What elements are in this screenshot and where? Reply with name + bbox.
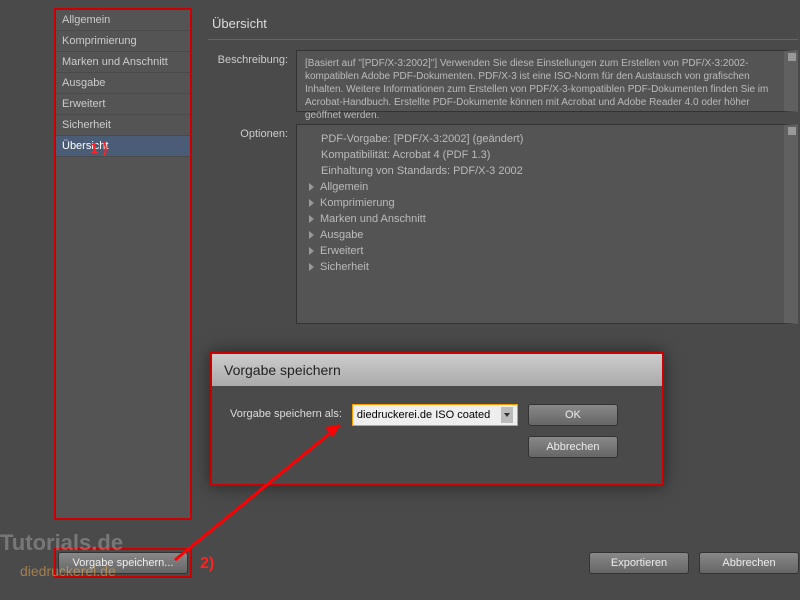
options-label: Optionen:	[208, 124, 296, 324]
tree-item-allgemein[interactable]: Allgemein	[305, 179, 776, 195]
pdf-export-dialog: Allgemein Komprimierung Marken und Ansch…	[20, 0, 790, 600]
opt-info: Kompatibilität: Acrobat 4 (PDF 1.3)	[305, 147, 776, 163]
tree-item-sicherheit[interactable]: Sicherheit	[305, 259, 776, 275]
preset-name-value: diedruckerei.de ISO coated	[357, 409, 490, 421]
tree-label: Erweitert	[320, 245, 363, 257]
ok-button[interactable]: OK	[528, 404, 618, 426]
description-text: [Basiert auf "[PDF/X-3:2002]"] Verwenden…	[305, 58, 768, 121]
tree-label: Allgemein	[320, 181, 368, 193]
chevron-right-icon	[309, 263, 314, 271]
sidebar-item-ausgabe[interactable]: Ausgabe	[56, 73, 190, 94]
chevron-right-icon	[309, 183, 314, 191]
export-button[interactable]: Exportieren	[589, 552, 689, 574]
tree-item-erweitert[interactable]: Erweitert	[305, 243, 776, 259]
save-preset-button[interactable]: Vorgabe speichern...	[58, 552, 188, 574]
tree-label: Sicherheit	[320, 261, 369, 273]
sidebar-item-uebersicht[interactable]: Übersicht	[56, 136, 190, 157]
chevron-right-icon	[309, 231, 314, 239]
description-row: Beschreibung: [Basiert auf "[PDF/X-3:200…	[208, 50, 798, 112]
save-as-label: Vorgabe speichern als:	[230, 404, 342, 420]
options-box[interactable]: PDF-Vorgabe: [PDF/X-3:2002] (geändert) K…	[296, 124, 798, 324]
cancel-button[interactable]: Abbrechen	[528, 436, 618, 458]
options-row: Optionen: PDF-Vorgabe: [PDF/X-3:2002] (g…	[208, 124, 798, 324]
description-label: Beschreibung:	[208, 50, 296, 112]
scrollbar-thumb-icon[interactable]	[788, 127, 796, 135]
opt-info: Einhaltung von Standards: PDF/X-3 2002	[305, 163, 776, 179]
chevron-right-icon	[309, 247, 314, 255]
scrollbar-thumb-icon[interactable]	[788, 53, 796, 61]
save-preset-dialog: Vorgabe speichern Vorgabe speichern als:…	[210, 352, 664, 486]
bottom-bar: Vorgabe speichern... Exportieren Abbrech…	[54, 548, 799, 578]
page-title: Übersicht	[208, 8, 798, 40]
tree-item-ausgabe[interactable]: Ausgabe	[305, 227, 776, 243]
preset-name-select[interactable]: diedruckerei.de ISO coated	[352, 404, 518, 426]
chevron-right-icon	[309, 199, 314, 207]
sidebar-item-allgemein[interactable]: Allgemein	[56, 10, 190, 31]
category-sidebar: Allgemein Komprimierung Marken und Ansch…	[54, 8, 192, 520]
annotation-highlight: Vorgabe speichern...	[54, 548, 192, 578]
content-pane: Übersicht Beschreibung: [Basiert auf "[P…	[208, 8, 798, 336]
sidebar-item-erweitert[interactable]: Erweitert	[56, 94, 190, 115]
chevron-right-icon	[309, 215, 314, 223]
sidebar-item-komprimierung[interactable]: Komprimierung	[56, 31, 190, 52]
tree-label: Ausgabe	[320, 229, 363, 241]
tree-label: Komprimierung	[320, 197, 395, 209]
tree-label: Marken und Anschnitt	[320, 213, 426, 225]
main-cancel-button[interactable]: Abbrechen	[699, 552, 799, 574]
chevron-down-icon[interactable]	[501, 407, 513, 423]
description-box[interactable]: [Basiert auf "[PDF/X-3:2002]"] Verwenden…	[296, 50, 798, 112]
sidebar-item-marken[interactable]: Marken und Anschnitt	[56, 52, 190, 73]
tree-item-komprimierung[interactable]: Komprimierung	[305, 195, 776, 211]
tree-item-marken[interactable]: Marken und Anschnitt	[305, 211, 776, 227]
opt-info: PDF-Vorgabe: [PDF/X-3:2002] (geändert)	[305, 131, 776, 147]
sidebar-item-sicherheit[interactable]: Sicherheit	[56, 115, 190, 136]
save-dialog-title: Vorgabe speichern	[212, 354, 662, 386]
